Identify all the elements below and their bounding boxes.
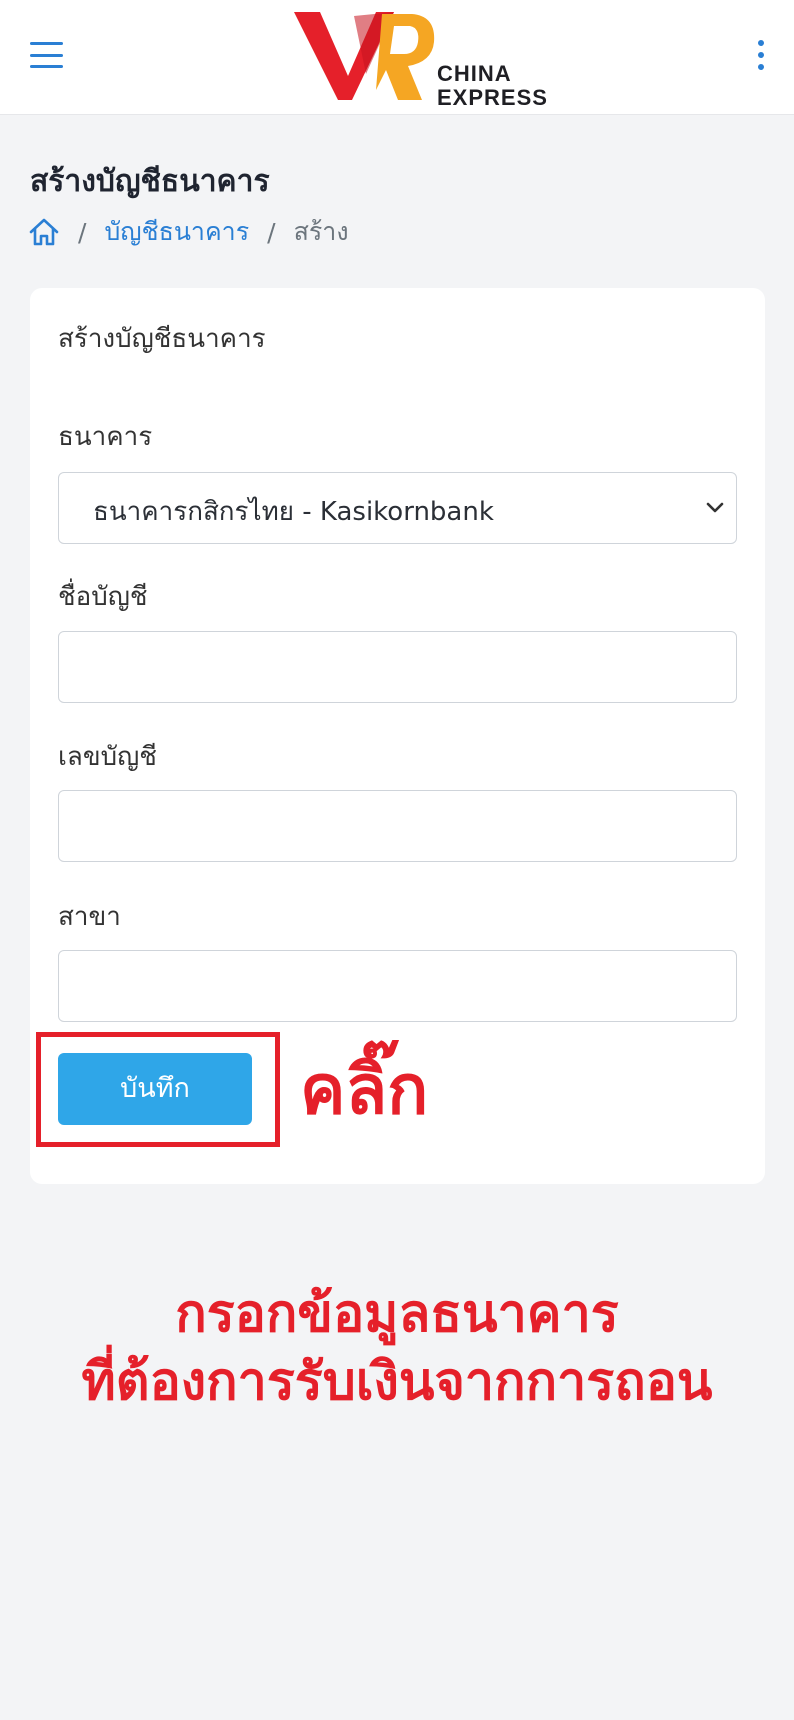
- instruction-annotation: กรอกข้อมูลธนาคาร ที่ต้องการรับเงินจากการ…: [0, 1280, 794, 1416]
- account-name-field[interactable]: [58, 631, 737, 703]
- breadcrumb-link-bank-accounts[interactable]: บัญชีธนาคาร: [104, 212, 249, 252]
- bank-label: ธนาคาร: [58, 422, 153, 452]
- account-number-field[interactable]: [58, 790, 737, 862]
- click-annotation: คลิ๊ก: [300, 1051, 429, 1130]
- breadcrumb: / บัญชีธนาคาร / สร้าง: [28, 214, 349, 250]
- home-icon[interactable]: [28, 217, 60, 247]
- breadcrumb-current: สร้าง: [293, 217, 349, 246]
- hamburger-menu-icon[interactable]: [30, 42, 63, 68]
- branch-label: สาขา: [58, 902, 121, 932]
- branch-field[interactable]: [58, 950, 737, 1022]
- breadcrumb-separator: /: [78, 217, 87, 247]
- bank-select[interactable]: ธนาคารกสิกรไทย - Kasikornbank: [58, 472, 737, 544]
- chevron-down-icon: [706, 502, 724, 513]
- account-name-label: ชื่อบัญชี: [58, 582, 148, 612]
- form-card: สร้างบัญชีธนาคาร ธนาคาร ธนาคารกสิกรไทย -…: [30, 288, 765, 1184]
- account-number-label: เลขบัญชี: [58, 742, 157, 772]
- page-title: สร้างบัญชีธนาคาร: [30, 164, 270, 199]
- save-button[interactable]: บันทึก: [58, 1053, 252, 1125]
- card-title: สร้างบัญชีธนาคาร: [58, 324, 266, 354]
- top-navbar: CHINA EXPRESS: [0, 0, 794, 115]
- instruction-line-1: กรอกข้อมูลธนาคาร: [175, 1284, 619, 1344]
- instruction-line-2: ที่ต้องการรับเงินจากการถอน: [81, 1352, 713, 1412]
- vertical-dots-icon[interactable]: [752, 40, 770, 74]
- breadcrumb-separator: /: [267, 217, 276, 247]
- bank-select-value: ธนาคารกสิกรไทย - Kasikornbank: [93, 497, 494, 527]
- logo-text: CHINA EXPRESS: [437, 61, 548, 110]
